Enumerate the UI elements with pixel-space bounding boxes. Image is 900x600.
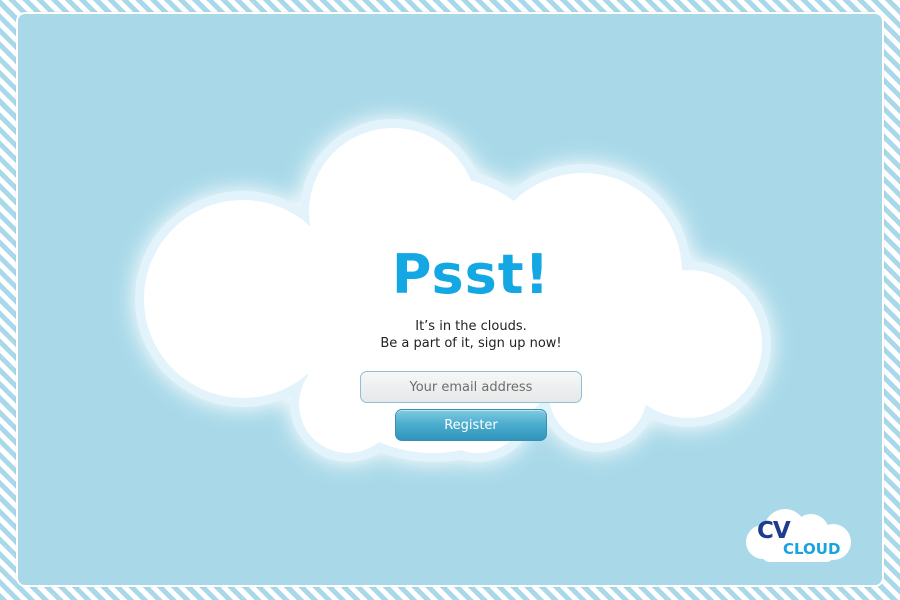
signup-card: Psst! It’s in the clouds. Be a part of i… [271, 244, 671, 441]
tagline: It’s in the clouds. Be a part of it, sig… [271, 318, 671, 352]
tagline-line-1: It’s in the clouds. [415, 319, 527, 334]
email-input[interactable] [360, 371, 582, 403]
tagline-line-2: Be a part of it, sign up now! [380, 336, 562, 351]
register-button[interactable]: Register [395, 409, 547, 441]
cv-cloud-logo: CV CLOUD [743, 506, 858, 566]
page-title: Psst! [391, 243, 551, 306]
logo-cloud-text: CLOUD [783, 540, 841, 558]
main-panel: Psst! It’s in the clouds. Be a part of i… [16, 12, 884, 587]
